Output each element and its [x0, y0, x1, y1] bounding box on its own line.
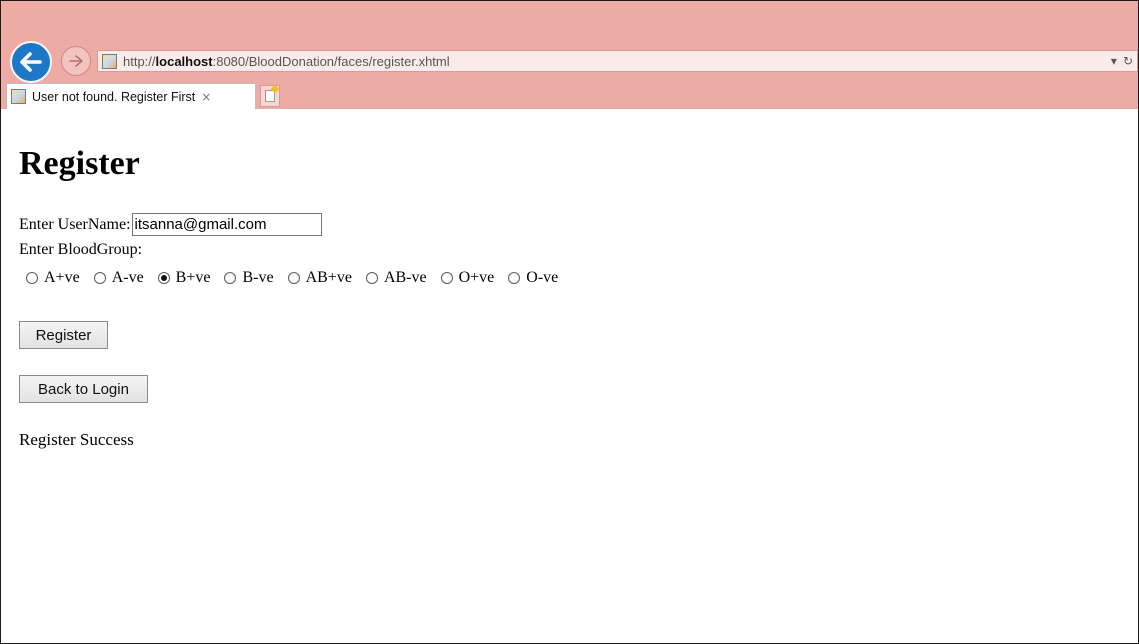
username-input[interactable] [131, 213, 322, 236]
radio-label: A+ve [44, 269, 80, 286]
back-to-login-button[interactable]: Back to Login [19, 375, 148, 403]
tab-active[interactable]: User not found. Register First × [6, 83, 256, 109]
forward-button[interactable] [61, 46, 91, 76]
radio-option[interactable]: AB+ve [281, 269, 352, 287]
radio-button[interactable] [157, 272, 170, 284]
url-dropdown-icon[interactable]: ▾ [1111, 54, 1117, 68]
bloodgroup-radio-group: A+ve A-ve B+ve B-ve AB+ve AB-ve O+ve O-v… [19, 269, 565, 287]
tab-close-icon[interactable]: × [201, 90, 211, 104]
register-button[interactable]: Register [19, 321, 108, 349]
username-row: Enter UserName: [19, 213, 322, 236]
radio-button[interactable] [440, 272, 453, 284]
status-message: Register Success [19, 430, 134, 449]
username-label: Enter UserName: [19, 215, 131, 233]
tab-favicon-icon [11, 89, 26, 104]
radio-button[interactable] [287, 272, 300, 284]
radio-label: B+ve [175, 269, 211, 286]
address-bar[interactable]: http://localhost:8080/BloodDonation/face… [97, 50, 1138, 72]
browser-window: http://localhost:8080/BloodDonation/face… [0, 0, 1139, 644]
radio-label: B-ve [242, 269, 274, 286]
radio-button[interactable] [93, 272, 106, 284]
refresh-icon[interactable]: ↻ [1123, 54, 1133, 68]
radio-button[interactable] [26, 272, 38, 284]
new-tab-button[interactable] [260, 84, 280, 107]
page-favicon-icon [102, 53, 117, 69]
radio-label: O-ve [526, 269, 559, 286]
arrow-left-icon [20, 52, 42, 72]
url-text[interactable]: http://localhost:8080/BloodDonation/face… [123, 54, 450, 69]
radio-option[interactable]: A-ve [87, 269, 144, 287]
radio-option[interactable]: O+ve [434, 269, 495, 287]
back-button[interactable] [10, 41, 52, 83]
arrow-right-icon [69, 55, 83, 67]
radio-label: A-ve [111, 269, 144, 286]
radio-option[interactable]: O-ve [501, 269, 558, 287]
radio-button[interactable] [224, 272, 237, 284]
address-bar-controls: ▾ ↻ [1111, 51, 1133, 71]
radio-label: AB-ve [383, 269, 427, 286]
radio-option[interactable]: B+ve [151, 269, 211, 287]
radio-option[interactable]: B-ve [217, 269, 274, 287]
bloodgroup-label: Enter BloodGroup: [19, 241, 143, 258]
radio-label: O+ve [458, 269, 495, 286]
radio-button[interactable] [365, 272, 378, 284]
radio-label: AB+ve [305, 269, 352, 286]
browser-chrome: http://localhost:8080/BloodDonation/face… [1, 1, 1138, 109]
radio-button[interactable] [508, 272, 521, 284]
page-title: Register [19, 145, 140, 182]
radio-option[interactable]: A+ve [19, 269, 80, 287]
radio-option[interactable]: AB-ve [359, 269, 427, 287]
tab-title: User not found. Register First [32, 89, 196, 104]
